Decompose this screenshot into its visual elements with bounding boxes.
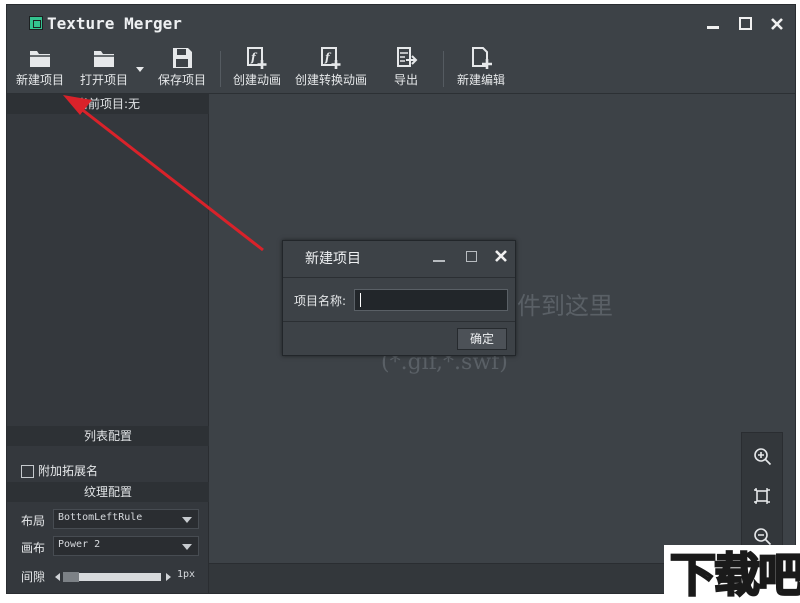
open-project-dropdown-icon[interactable] [136, 67, 144, 72]
canvas-select[interactable]: Power 2 [53, 536, 199, 556]
new-editor-button[interactable]: 新建编辑 [453, 45, 509, 91]
folder-icon [94, 51, 114, 67]
save-project-label: 保存项目 [157, 73, 206, 87]
new-project-dialog: 新建项目 项目名称: 确定 [282, 240, 516, 356]
chevron-down-icon [182, 544, 192, 550]
close-icon [495, 250, 507, 262]
open-project-label: 打开项目 [79, 73, 128, 87]
minimize-button[interactable] [699, 11, 727, 37]
dialog-divider [283, 277, 515, 278]
canvas-value: Power 2 [58, 539, 101, 550]
open-project-button[interactable]: 打开项目 [77, 45, 131, 91]
zoom-out-icon[interactable] [751, 525, 773, 547]
create-transition-button[interactable]: f 创建转换动画 [293, 45, 369, 91]
slider-right-arrow-icon[interactable] [166, 573, 171, 581]
title-bar: Texture Merger [7, 5, 795, 43]
chevron-down-icon [182, 517, 192, 523]
file-plus-icon [472, 47, 492, 69]
project-name-input[interactable] [354, 289, 508, 311]
ok-button[interactable]: 确定 [457, 328, 507, 350]
texture-config-header: 纹理配置 [7, 482, 209, 502]
new-project-label: 新建项目 [15, 73, 64, 87]
checkbox-box[interactable] [21, 465, 34, 478]
new-editor-label: 新建编辑 [456, 73, 505, 87]
save-project-button[interactable]: 保存项目 [155, 45, 209, 91]
layout-label: 布局 [21, 514, 46, 528]
text-caret [360, 293, 361, 307]
dialog-minimize-button[interactable] [425, 243, 453, 271]
dialog-maximize-button[interactable] [457, 243, 485, 271]
close-button[interactable] [763, 11, 791, 37]
layout-value: BottomLeftRule [58, 512, 143, 523]
zoom-in-icon[interactable] [751, 445, 773, 467]
slider-left-arrow-icon[interactable] [55, 573, 60, 581]
canvas-label: 画布 [21, 541, 46, 555]
fit-icon[interactable] [751, 485, 773, 507]
toolbar: 新建项目 打开项目 保存项目 f 创建动画 f 创建转换动画 导出 新建编辑 [7, 43, 795, 94]
create-transition-label: 创建转换动画 [294, 73, 367, 87]
maximize-button[interactable] [731, 11, 759, 37]
export-label: 导出 [393, 73, 418, 87]
slider-thumb[interactable] [63, 572, 79, 582]
app-title: Texture Merger [47, 14, 182, 33]
append-extension-label: 附加拓展名 [38, 464, 99, 478]
spacing-label: 间隙 [21, 570, 46, 584]
svg-text:下载吧: 下载吧 [670, 548, 800, 600]
export-button[interactable]: 导出 [387, 45, 425, 91]
zoom-toolbar [741, 432, 783, 552]
watermark-logo: 下载吧 [664, 545, 800, 603]
dialog-close-button[interactable] [487, 243, 515, 271]
export-icon [397, 47, 418, 67]
toolbar-separator [443, 51, 444, 87]
svg-text:f: f [250, 51, 258, 64]
save-icon [173, 48, 192, 68]
app-logo-icon [29, 16, 43, 30]
flash-plus-icon: f [321, 47, 341, 69]
folder-icon [30, 51, 50, 67]
project-name-label: 项目名称: [294, 294, 347, 308]
new-project-button[interactable]: 新建项目 [13, 45, 67, 91]
layout-select[interactable]: BottomLeftRule [53, 509, 199, 529]
dialog-title: 新建项目 [305, 251, 361, 267]
toolbar-separator [220, 51, 221, 87]
flash-plus-icon: f [247, 47, 267, 69]
list-config-header: 列表配置 [7, 426, 209, 446]
append-extension-checkbox[interactable]: 附加拓展名 [21, 461, 98, 481]
svg-text:f: f [324, 51, 332, 64]
watermark-icon: 下载吧 [669, 547, 800, 603]
spacing-slider[interactable] [55, 572, 171, 582]
spacing-value: 1px [177, 569, 196, 580]
current-project-header: 当前项目:无 [7, 94, 209, 114]
project-list[interactable] [7, 114, 207, 424]
create-animation-label: 创建动画 [232, 73, 281, 87]
create-animation-button[interactable]: f 创建动画 [229, 45, 285, 91]
close-icon [771, 18, 783, 30]
dialog-divider [283, 321, 515, 322]
drop-hint-text: 件到这里 [517, 292, 613, 320]
